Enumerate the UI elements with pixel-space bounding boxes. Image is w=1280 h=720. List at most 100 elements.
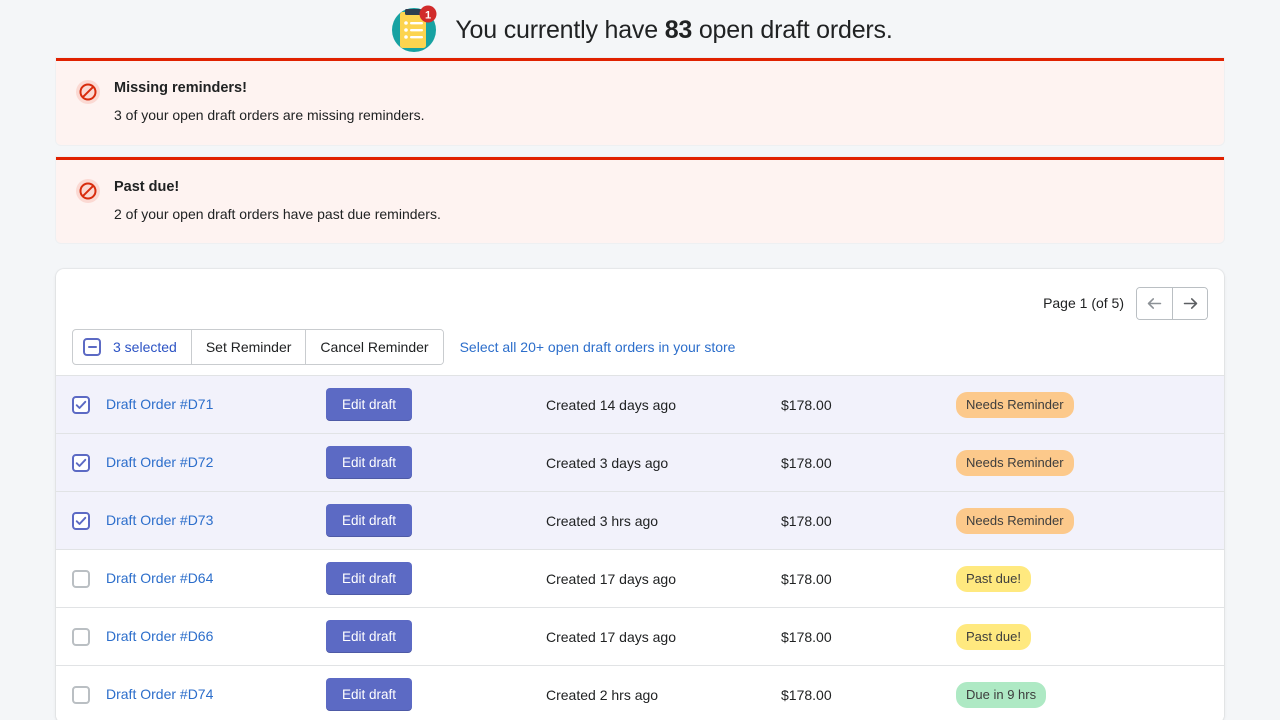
previous-page-button[interactable]: [1137, 288, 1172, 319]
status-badge: Past due!: [956, 624, 1031, 650]
hero-text-before: You currently have: [455, 16, 664, 44]
open-draft-count: 83: [665, 16, 692, 44]
order-link[interactable]: Draft Order #D74: [106, 686, 213, 702]
created-cell: Created 3 days ago: [546, 455, 781, 471]
prohibition-icon: [76, 179, 100, 203]
row-checkbox[interactable]: [72, 628, 90, 646]
edit-draft-button[interactable]: Edit draft: [326, 678, 412, 711]
page-label: Page 1 (of 5): [1043, 295, 1124, 311]
arrow-right-icon: [1182, 295, 1199, 312]
price-cell: $178.00: [781, 397, 956, 413]
edit-draft-button[interactable]: Edit draft: [326, 504, 412, 537]
select-all-in-store-link[interactable]: Select all 20+ open draft orders in your…: [460, 339, 736, 355]
order-link[interactable]: Draft Order #D72: [106, 454, 213, 470]
page-header: 1 You currently have 83 open draft order…: [0, 0, 1280, 58]
order-link[interactable]: Draft Order #D66: [106, 628, 213, 644]
table-row[interactable]: Draft Order #D64 Edit draft Created 17 day…: [56, 549, 1224, 607]
price-cell: $178.00: [781, 513, 956, 529]
row-checkbox-cell[interactable]: [72, 512, 106, 530]
prohibition-icon: [76, 80, 100, 104]
check-icon: [75, 457, 87, 469]
order-name-cell: Draft Order #D73: [106, 512, 326, 530]
banner-past-due: Past due! 2 of your open draft orders ha…: [56, 157, 1224, 244]
edit-draft-cell: Edit draft: [326, 620, 546, 653]
created-cell: Created 17 days ago: [546, 571, 781, 587]
pager-controls: [1136, 287, 1208, 320]
row-checkbox-cell[interactable]: [72, 570, 106, 588]
edit-draft-button[interactable]: Edit draft: [326, 620, 412, 653]
hero-badge-count: 1: [425, 10, 431, 22]
status-badge: Due in 9 hrs: [956, 682, 1046, 708]
draft-orders-card: Page 1 (of 5) 3 selected Set Remind: [56, 269, 1224, 720]
status-badge-cell: Needs Reminder: [956, 392, 1208, 418]
banner-title: Past due!: [114, 179, 441, 196]
row-checkbox[interactable]: [72, 686, 90, 704]
edit-draft-cell: Edit draft: [326, 678, 546, 711]
banner-title: Missing reminders!: [114, 80, 424, 97]
row-checkbox[interactable]: [72, 570, 90, 588]
select-all-checkbox-cell[interactable]: 3 selected: [73, 330, 191, 364]
edit-draft-button[interactable]: Edit draft: [326, 388, 412, 421]
banner-text: 3 of your open draft orders are missing …: [114, 106, 424, 124]
bulk-actions-group: 3 selected Set Reminder Cancel Reminder: [72, 329, 444, 365]
row-checkbox-cell[interactable]: [72, 454, 106, 472]
status-badge-cell: Due in 9 hrs: [956, 682, 1208, 708]
hero-text-after: open draft orders.: [692, 16, 893, 44]
row-checkbox-cell[interactable]: [72, 396, 106, 414]
draft-orders-table: Draft Order #D71 Edit draft Created 14 day…: [56, 375, 1224, 720]
order-name-cell: Draft Order #D64: [106, 570, 326, 588]
bulk-actions-bar: 3 selected Set Reminder Cancel Reminder …: [56, 321, 1224, 375]
row-checkbox[interactable]: [72, 396, 90, 414]
order-name-cell: Draft Order #D66: [106, 628, 326, 646]
status-badge-cell: Past due!: [956, 624, 1208, 650]
set-reminder-button[interactable]: Set Reminder: [191, 330, 306, 364]
created-cell: Created 2 hrs ago: [546, 687, 781, 703]
table-row[interactable]: Draft Order #D73 Edit draft Created 3 hrs …: [56, 491, 1224, 549]
order-name-cell: Draft Order #D71: [106, 396, 326, 414]
next-page-button[interactable]: [1172, 288, 1207, 319]
edit-draft-cell: Edit draft: [326, 562, 546, 595]
order-link[interactable]: Draft Order #D73: [106, 512, 213, 528]
status-badge-cell: Needs Reminder: [956, 508, 1208, 534]
table-row[interactable]: Draft Order #D72 Edit draft Created 3 days…: [56, 433, 1224, 491]
status-badge: Needs Reminder: [956, 392, 1074, 418]
price-cell: $178.00: [781, 455, 956, 471]
status-badge: Needs Reminder: [956, 508, 1074, 534]
check-icon: [75, 515, 87, 527]
edit-draft-button[interactable]: Edit draft: [326, 446, 412, 479]
page-title: You currently have 83 open draft orders.: [455, 16, 892, 45]
row-checkbox-cell[interactable]: [72, 686, 106, 704]
created-cell: Created 14 days ago: [546, 397, 781, 413]
table-row[interactable]: Draft Order #D66 Edit draft Created 17 day…: [56, 607, 1224, 665]
cancel-reminder-button[interactable]: Cancel Reminder: [305, 330, 442, 364]
status-badge: Past due!: [956, 566, 1031, 592]
banner-missing-reminders: Missing reminders! 3 of your open draft …: [56, 58, 1224, 145]
select-all-checkbox[interactable]: [83, 338, 101, 356]
status-badge-cell: Past due!: [956, 566, 1208, 592]
price-cell: $178.00: [781, 571, 956, 587]
edit-draft-cell: Edit draft: [326, 446, 546, 479]
order-link[interactable]: Draft Order #D64: [106, 570, 213, 586]
price-cell: $178.00: [781, 687, 956, 703]
order-name-cell: Draft Order #D74: [106, 686, 326, 704]
edit-draft-cell: Edit draft: [326, 504, 546, 537]
table-row[interactable]: Draft Order #D74 Edit draft Created 2 hrs …: [56, 665, 1224, 720]
edit-draft-cell: Edit draft: [326, 388, 546, 421]
table-row[interactable]: Draft Order #D71 Edit draft Created 14 day…: [56, 375, 1224, 433]
arrow-left-icon: [1146, 295, 1163, 312]
order-name-cell: Draft Order #D72: [106, 454, 326, 472]
order-link[interactable]: Draft Order #D71: [106, 396, 213, 412]
banner-text: 2 of your open draft orders have past du…: [114, 205, 441, 223]
row-checkbox[interactable]: [72, 454, 90, 472]
pagination: Page 1 (of 5): [56, 269, 1224, 321]
selected-count-label: 3 selected: [113, 339, 177, 355]
status-badge: Needs Reminder: [956, 450, 1074, 476]
created-cell: Created 17 days ago: [546, 629, 781, 645]
edit-draft-button[interactable]: Edit draft: [326, 562, 412, 595]
row-checkbox[interactable]: [72, 512, 90, 530]
status-badge-cell: Needs Reminder: [956, 450, 1208, 476]
check-icon: [75, 399, 87, 411]
created-cell: Created 3 hrs ago: [546, 513, 781, 529]
clipboard-list-icon: 1: [387, 3, 441, 57]
row-checkbox-cell[interactable]: [72, 628, 106, 646]
